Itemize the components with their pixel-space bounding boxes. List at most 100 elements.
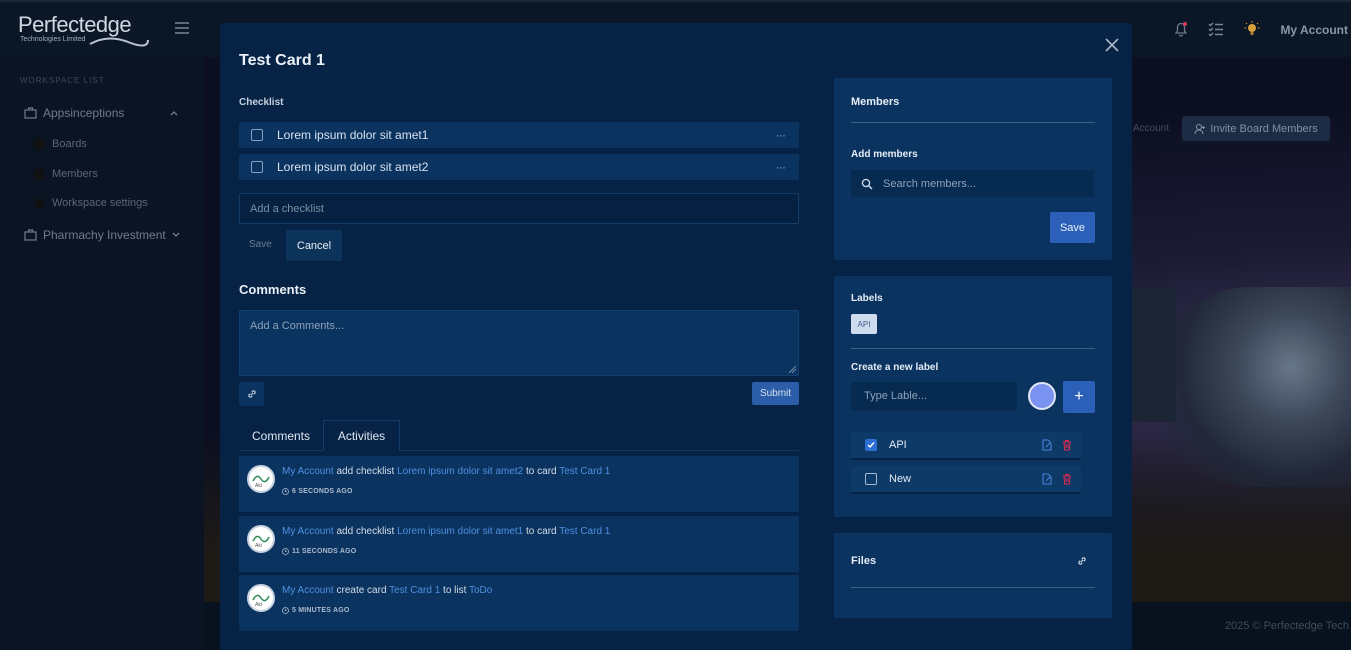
activity-user-link[interactable]: My Account	[282, 526, 334, 537]
add-members-label: Add members	[851, 149, 918, 160]
checklist-save-button[interactable]: Save	[249, 239, 272, 250]
activity-object-link[interactable]: Lorem ipsum dolor sit amet2	[397, 466, 523, 477]
bell-icon[interactable]	[1172, 20, 1190, 38]
delete-icon[interactable]	[1061, 473, 1073, 485]
activity-target-link[interactable]: Test Card 1	[559, 526, 610, 537]
tab-activities[interactable]: Activities	[323, 420, 400, 451]
modal-title: Test Card 1	[239, 52, 325, 69]
checklist-item-text: Lorem ipsum dolor sit amet2	[277, 160, 429, 174]
files-title: Files	[851, 555, 877, 567]
label-checkbox[interactable]	[865, 439, 877, 451]
sidebar-item-workspace-settings[interactable]: Workspace settings	[34, 197, 148, 209]
label-color-picker[interactable]	[1028, 382, 1056, 410]
tab-comments[interactable]: Comments	[239, 420, 323, 451]
labels-panel: Labels API Create a new label Type Lable…	[834, 276, 1112, 517]
activity-object-link[interactable]: Lorem ipsum dolor sit amet1	[397, 526, 523, 537]
invite-board-members-button[interactable]: Invite Board Members	[1182, 116, 1330, 141]
label-chip[interactable]: API	[851, 314, 877, 334]
check-icon	[867, 442, 875, 449]
submit-comment-button[interactable]: Submit	[752, 382, 799, 405]
briefcase-icon	[24, 107, 37, 119]
more-options-icon[interactable]: ···	[776, 160, 786, 174]
activity-item: Aki My Account add checklist Lorem ipsum…	[239, 456, 799, 512]
user-avatar-icon: Aki	[252, 594, 270, 608]
divider	[851, 348, 1095, 349]
card-modal: Test Card 1 Checklist Lorem ipsum dolor …	[220, 23, 1132, 650]
activity-object-link[interactable]: Test Card 1	[389, 585, 440, 596]
svg-text:Aki: Aki	[255, 602, 262, 608]
sidebar: WORKSPACE LIST Appsinceptions Boards Mem…	[0, 57, 204, 650]
lightbulb-icon[interactable]	[1243, 20, 1261, 38]
invite-label: Invite Board Members	[1210, 122, 1318, 135]
search-members-input[interactable]: Search members...	[851, 170, 1094, 197]
members-save-button[interactable]: Save	[1050, 212, 1095, 243]
activity-connector: to card	[526, 466, 557, 477]
edit-icon[interactable]	[1041, 439, 1053, 451]
activity-connector: to card	[526, 526, 557, 537]
checklist-checkbox[interactable]	[251, 161, 263, 173]
activity-time: 11 SECONDS AGO	[282, 548, 356, 555]
attach-link-button[interactable]	[239, 382, 264, 406]
avatar: Aki	[247, 584, 275, 612]
avatar: Aki	[247, 465, 275, 493]
settings-icon	[34, 198, 44, 208]
sidebar-item-label: Boards	[52, 138, 87, 150]
create-label-heading: Create a new label	[851, 362, 939, 373]
edit-icon[interactable]	[1041, 473, 1053, 485]
checklist-item[interactable]: Lorem ipsum dolor sit amet2 ···	[239, 154, 799, 180]
attach-file-link-icon[interactable]	[1077, 556, 1087, 566]
add-label-button[interactable]: +	[1063, 381, 1095, 413]
activity-action: create card	[336, 585, 387, 596]
members-title: Members	[851, 96, 900, 108]
activity-tabs: Comments Activities	[239, 420, 799, 451]
checklist-item[interactable]: Lorem ipsum dolor sit amet1 ···	[239, 122, 799, 148]
activity-text: My Account create card Test Card 1 to li…	[282, 585, 492, 596]
comment-textarea[interactable]: Add a Comments...	[239, 310, 799, 376]
clock-icon	[282, 548, 289, 555]
logo-name: Perfectedge	[18, 12, 132, 37]
sidebar-item-pharmachy-investment[interactable]: Pharmachy Investment	[24, 228, 180, 242]
checklist-label: Checklist	[239, 97, 284, 108]
sidebar-item-label: Appsinceptions	[43, 106, 125, 120]
activity-target-link[interactable]: Test Card 1	[559, 466, 610, 477]
add-user-icon	[1194, 123, 1206, 134]
menu-toggle-icon[interactable]	[175, 22, 189, 34]
clock-icon	[282, 488, 289, 495]
top-actions: My Account	[1132, 2, 1351, 59]
activity-user-link[interactable]: My Account	[282, 585, 334, 596]
close-icon[interactable]	[1104, 37, 1120, 53]
activity-time-text: 5 MINUTES AGO	[292, 607, 350, 614]
label-name-input[interactable]: Type Lable...	[851, 382, 1017, 411]
checklist-checkbox[interactable]	[251, 129, 263, 141]
delete-icon[interactable]	[1061, 439, 1073, 451]
board-list-column	[1132, 288, 1176, 422]
sidebar-item-label: Pharmachy Investment	[43, 228, 166, 242]
label-checkbox[interactable]	[865, 473, 877, 485]
activity-user-link[interactable]: My Account	[282, 466, 334, 477]
activity-time-text: 6 SECONDS AGO	[292, 488, 353, 495]
checklist-cancel-button[interactable]: Cancel	[286, 230, 342, 261]
files-panel: Files	[834, 533, 1112, 618]
comment-placeholder: Add a Comments...	[250, 320, 345, 332]
add-checklist-input[interactable]: Add a checklist	[239, 193, 799, 224]
more-options-icon[interactable]: ···	[776, 128, 786, 142]
task-list-icon[interactable]	[1207, 20, 1225, 38]
sidebar-item-appsinceptions[interactable]: Appsinceptions	[24, 106, 178, 120]
activity-action: add checklist	[336, 526, 395, 537]
my-account-link[interactable]: My Account	[1280, 23, 1348, 37]
activity-time: 6 SECONDS AGO	[282, 488, 353, 495]
chevron-down-icon	[172, 232, 180, 237]
label-item[interactable]: New	[851, 466, 1081, 494]
members-icon	[34, 169, 44, 179]
sidebar-item-boards[interactable]: Boards	[34, 138, 87, 150]
resize-handle-icon[interactable]	[789, 366, 796, 373]
label-item-text: New	[889, 473, 912, 485]
boards-icon	[34, 139, 44, 149]
label-item[interactable]: API	[851, 432, 1081, 460]
activity-target-link[interactable]: ToDo	[469, 585, 492, 596]
brand-logo[interactable]: Perfectedge Technologies Limited	[18, 12, 158, 50]
workspace-list-label: WORKSPACE LIST	[20, 76, 105, 85]
activity-time-text: 11 SECONDS AGO	[292, 548, 357, 555]
sidebar-item-members[interactable]: Members	[34, 168, 98, 180]
activity-text: My Account add checklist Lorem ipsum dol…	[282, 466, 610, 477]
